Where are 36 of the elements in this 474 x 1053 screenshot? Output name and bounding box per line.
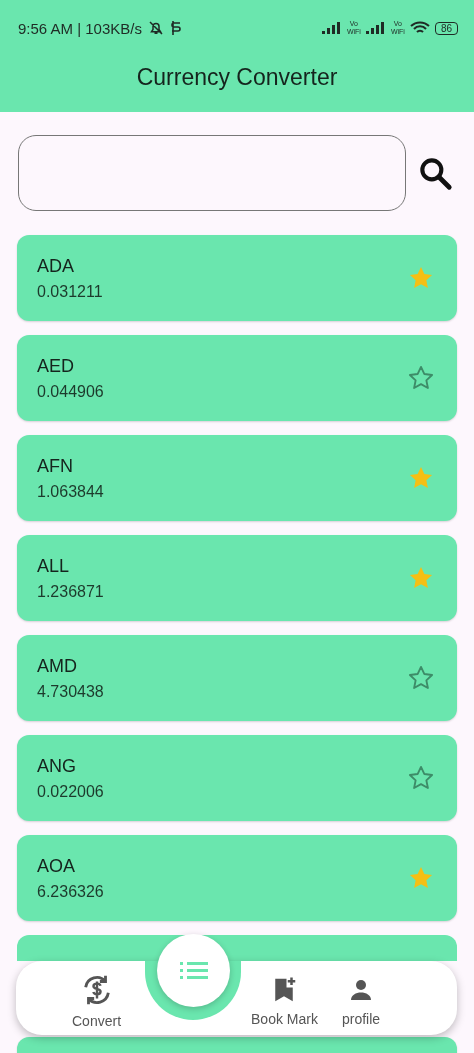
currency-code: AOA — [37, 855, 76, 877]
currency-rate: 1.236871 — [37, 582, 104, 601]
star-icon[interactable] — [407, 664, 435, 692]
nav-item[interactable]: Convert — [72, 967, 122, 1029]
wifi-icon — [409, 21, 430, 35]
currency-card[interactable]: ANG 0.022006 — [17, 735, 457, 821]
currency-rate: 0.044906 — [37, 382, 104, 401]
search-field[interactable] — [18, 135, 406, 211]
signal-icon — [321, 22, 342, 34]
currency-card[interactable]: AED 0.044906 — [17, 335, 457, 421]
currency-code: AFN — [37, 455, 74, 477]
currency-rate: 0.031211 — [37, 282, 103, 301]
signal-icon — [365, 22, 386, 34]
list-icon — [178, 960, 209, 982]
currency-card[interactable]: ADA 0.031211 — [17, 235, 457, 321]
currency-code: AED — [37, 355, 75, 377]
currency-card[interactable]: AOA 6.236326 — [17, 835, 457, 921]
currency-card[interactable]: ALL 1.236871 — [17, 535, 457, 621]
star-icon[interactable] — [407, 764, 435, 792]
currency-card[interactable]: AMD 4.730438 — [17, 635, 457, 721]
currency-rate: 6.236326 — [37, 882, 104, 901]
currency-rate: 4.730438 — [37, 682, 104, 701]
currency-code: ALL — [37, 555, 71, 577]
status-time: 9:56 AM | 103KB/s — [18, 19, 142, 37]
currency-card[interactable]: AFN 1.063844 — [17, 435, 457, 521]
currency-code: AMD — [37, 655, 78, 677]
currency-rate: 1.063844 — [37, 482, 104, 501]
nav-item[interactable]: Book Mark — [251, 969, 318, 1027]
nav-item[interactable]: profile — [341, 969, 381, 1027]
battery-indicator: 86 — [434, 21, 458, 35]
currency-code: ANG — [37, 755, 77, 777]
currency-code: ADA — [37, 255, 75, 277]
currency-rate: 0.022006 — [37, 782, 104, 801]
muted-bell-icon — [147, 19, 165, 37]
star-icon[interactable] — [407, 364, 435, 392]
app-title: Currency Converter — [136, 63, 338, 91]
